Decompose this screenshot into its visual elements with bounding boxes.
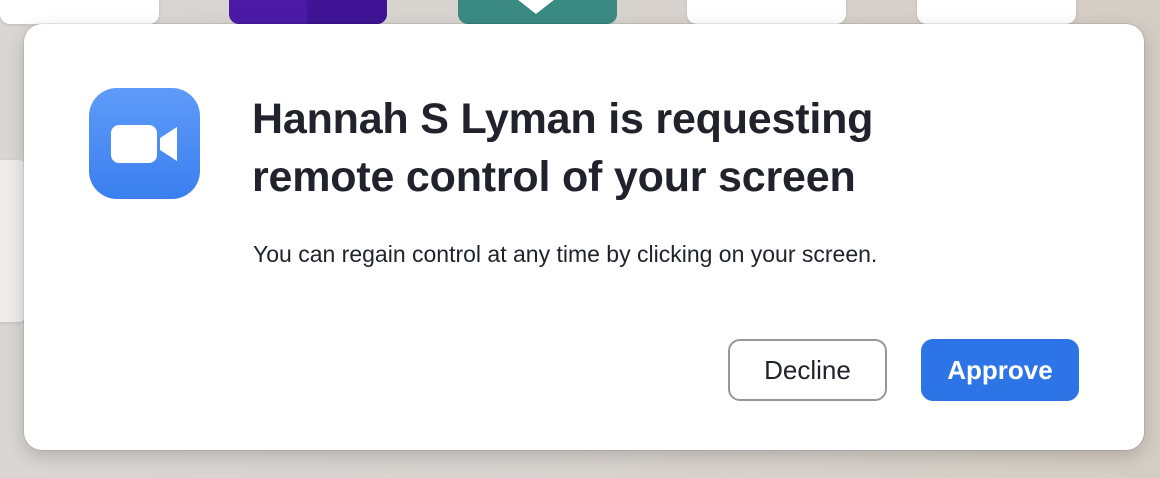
remote-control-request-dialog: Hannah S Lyman is requesting remote cont… [24,24,1144,450]
background-tile [0,0,159,24]
dialog-message: You can regain control at any time by cl… [253,241,878,267]
background-tile [687,0,846,24]
background-tile [229,0,387,24]
zoom-app-icon [89,88,200,199]
decline-button[interactable]: Decline [728,339,887,401]
approve-button[interactable]: Approve [921,339,1079,401]
background-tile [458,0,617,24]
dialog-title: Hannah S Lyman is requesting remote cont… [252,95,874,201]
background-tile [917,0,1076,24]
video-camera-icon [110,124,177,163]
